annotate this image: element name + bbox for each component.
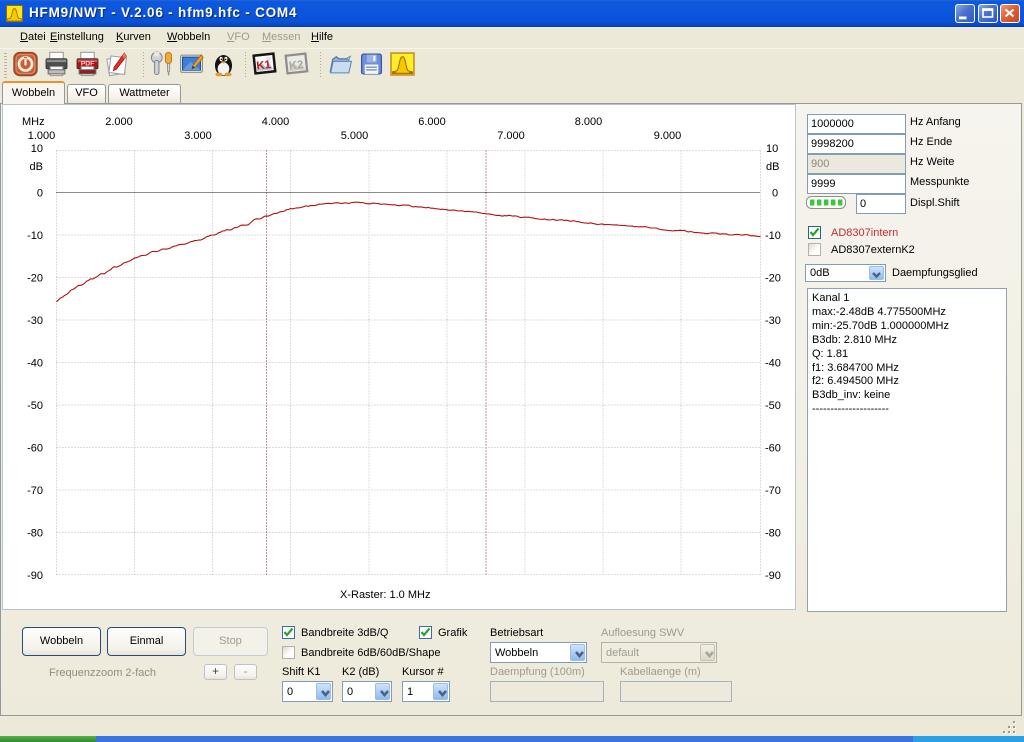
- svg-text:7.000: 7.000: [497, 130, 525, 142]
- svg-text:8.000: 8.000: [575, 116, 603, 128]
- svg-text:5.000: 5.000: [341, 130, 369, 142]
- svg-text:-80: -80: [27, 528, 43, 540]
- svg-text:dB: dB: [30, 161, 43, 173]
- svg-text:-60: -60: [27, 443, 43, 455]
- svg-text:9.000: 9.000: [654, 130, 682, 142]
- svg-text:-40: -40: [27, 358, 43, 370]
- svg-text:-20: -20: [765, 273, 781, 285]
- svg-text:-60: -60: [765, 443, 781, 455]
- svg-text:-30: -30: [27, 315, 43, 327]
- svg-text:-40: -40: [765, 358, 781, 370]
- svg-text:PDF: PDF: [81, 60, 95, 67]
- svg-text:MHz: MHz: [22, 116, 45, 128]
- svg-text:3.000: 3.000: [184, 130, 212, 142]
- svg-text:10: 10: [31, 143, 43, 155]
- svg-text:0: 0: [37, 188, 43, 200]
- svg-text:-70: -70: [27, 485, 43, 497]
- svg-text:4.000: 4.000: [262, 116, 290, 128]
- svg-text:6.000: 6.000: [418, 116, 446, 128]
- svg-text:-90: -90: [27, 570, 43, 582]
- svg-text:-90: -90: [765, 570, 781, 582]
- svg-text:K2: K2: [288, 59, 304, 72]
- svg-text:X-Raster: 1.0 MHz: X-Raster: 1.0 MHz: [340, 589, 430, 601]
- svg-text:-10: -10: [765, 230, 781, 242]
- svg-text:1.000: 1.000: [28, 130, 56, 142]
- svg-text:-10: -10: [27, 230, 43, 242]
- svg-text:-30: -30: [765, 315, 781, 327]
- svg-text:2.000: 2.000: [105, 116, 133, 128]
- svg-text:-70: -70: [765, 485, 781, 497]
- svg-text:-50: -50: [765, 400, 781, 412]
- svg-text:K1: K1: [256, 59, 272, 73]
- svg-text:10: 10: [766, 143, 778, 155]
- svg-text:dB: dB: [766, 161, 779, 173]
- svg-text:-20: -20: [27, 273, 43, 285]
- svg-text:-50: -50: [27, 400, 43, 412]
- svg-text:-80: -80: [765, 528, 781, 540]
- svg-text:0: 0: [772, 188, 778, 200]
